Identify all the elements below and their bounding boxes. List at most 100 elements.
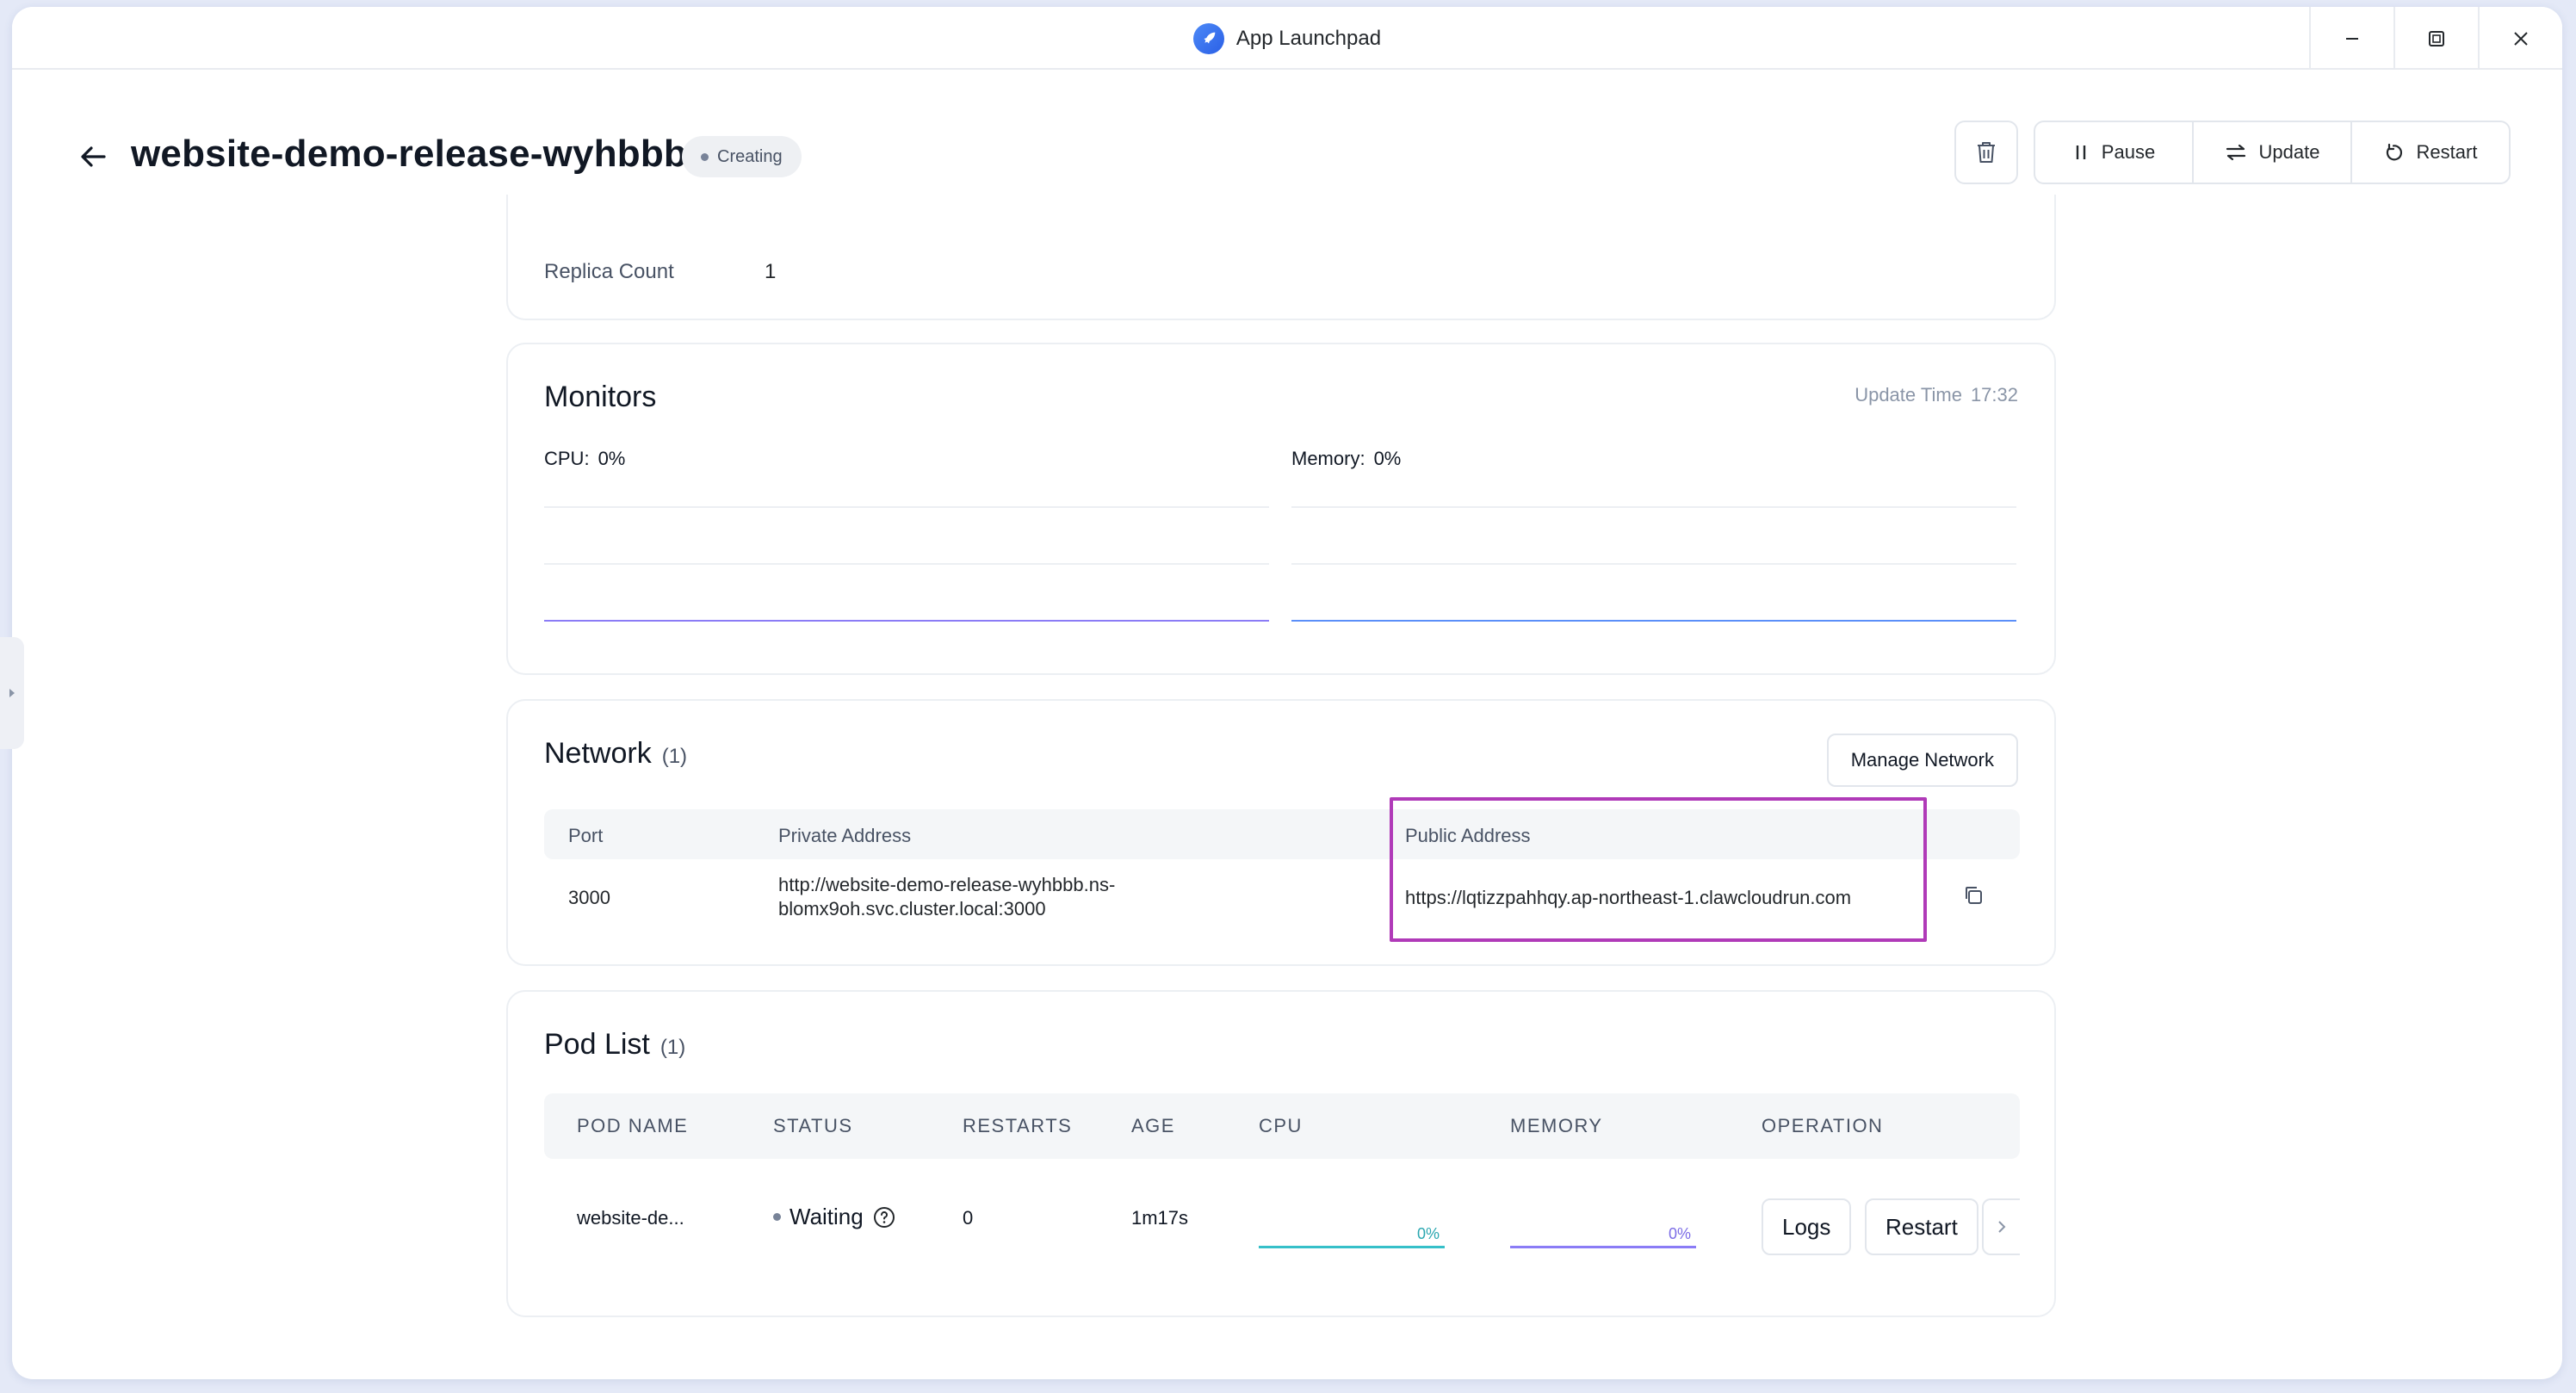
status-badge: Creating: [682, 136, 802, 177]
public-address-link[interactable]: https://lqtizzpahhqy.ap-northeast-1.claw…: [1405, 887, 1851, 909]
delete-button[interactable]: [1954, 121, 2018, 184]
column-public-address: Public Address: [1405, 825, 1531, 846]
port-value: 3000: [568, 887, 610, 908]
pod-list-title-text: Pod List: [544, 1028, 650, 1061]
memory-value: 0%: [1373, 448, 1402, 469]
cpu-label: CPU:: [544, 448, 590, 469]
pod-list-title: Pod List (1): [544, 1028, 685, 1062]
pod-list-card: Pod List (1) POD NAME STATUS RESTARTS AGE…: [506, 990, 2056, 1317]
network-table-header: Port Private Address Public Address: [544, 809, 2020, 859]
pod-cpu-chart: 0%: [1259, 1214, 1445, 1248]
maximize-button[interactable]: [2393, 7, 2478, 70]
column-memory: MEMORY: [1510, 1115, 1603, 1136]
pod-memory-value: 0%: [1668, 1225, 1691, 1242]
pod-memory-line: [1510, 1246, 1696, 1248]
chart-gridline: [1291, 506, 2016, 508]
chart-gridline: [544, 563, 1269, 565]
private-address-line1: http://website-demo-release-wyhbbb.ns-: [778, 874, 1116, 895]
rocket-icon: [1192, 22, 1224, 54]
cpu-metric: CPU: 0%: [544, 448, 625, 470]
copy-button[interactable]: [1956, 878, 1991, 913]
column-age: AGE: [1131, 1115, 1175, 1136]
help-icon[interactable]: [872, 1205, 896, 1229]
pod-cpu-line: [1259, 1246, 1445, 1248]
pod-status: Waiting: [773, 1204, 896, 1230]
table-row: website-de... Waiting 0 1m17s 0% 0% Logs: [544, 1159, 2020, 1279]
pod-table-header: POD NAME STATUS RESTARTS AGE CPU MEMORY …: [544, 1093, 2020, 1159]
cpu-series-line: [544, 620, 1269, 622]
status-label: Creating: [717, 146, 783, 166]
chevron-right-icon: [1998, 1221, 2006, 1233]
status-dot: [701, 152, 709, 161]
app-window: App Launchpad website-demo-release-wyhbb…: [12, 7, 2562, 1379]
memory-label: Memory:: [1291, 448, 1365, 469]
more-button[interactable]: [1982, 1198, 2020, 1255]
back-button[interactable]: [72, 136, 114, 177]
column-status: STATUS: [773, 1115, 853, 1136]
pod-restarts: 0: [963, 1207, 974, 1229]
pause-label: Pause: [2101, 141, 2156, 163]
minimize-button[interactable]: [2309, 7, 2393, 70]
logs-button[interactable]: Logs: [1762, 1198, 1852, 1255]
waiting-dot: [773, 1213, 781, 1221]
close-icon: [2514, 31, 2528, 46]
monitors-card: Monitors Update Time 17:32 CPU: 0% Memor…: [506, 343, 2056, 675]
replica-card: Replica Count 1: [506, 195, 2056, 320]
pod-list-count: (1): [659, 1036, 686, 1059]
manage-network-button[interactable]: Manage Network: [1826, 734, 2018, 787]
column-pod-name: POD NAME: [577, 1115, 689, 1136]
pod-status-label: Waiting: [790, 1204, 864, 1229]
page-title: website-demo-release-wyhbbb: [131, 133, 687, 175]
column-port: Port: [568, 825, 604, 846]
replica-count-value: 1: [765, 260, 777, 283]
memory-series-line: [1291, 620, 2016, 622]
window-title: App Launchpad: [1235, 26, 1382, 50]
column-restarts: RESTARTS: [963, 1115, 1073, 1136]
sidebar-toggle[interactable]: [0, 637, 24, 749]
memory-chart: [1291, 491, 2016, 622]
update-time-value: 17:32: [1970, 384, 2018, 406]
close-button[interactable]: [2478, 7, 2562, 70]
swap-icon: [2226, 144, 2245, 161]
network-count: (1): [661, 745, 688, 768]
private-address-line2: blomx9oh.svc.cluster.local:3000: [778, 898, 1046, 919]
network-table: Port Private Address Public Address 3000…: [544, 809, 2020, 937]
private-address[interactable]: http://website-demo-release-wyhbbb.ns- b…: [778, 873, 1115, 921]
memory-metric: Memory: 0%: [1291, 448, 1401, 470]
pod-cpu-value: 0%: [1416, 1225, 1440, 1242]
network-card: Network (1) Manage Network Port Private A…: [506, 699, 2056, 966]
trash-icon: [1978, 142, 1995, 163]
replica-count-label: Replica Count: [544, 260, 674, 283]
maximize-icon: [2429, 30, 2444, 46]
cpu-value: 0%: [598, 448, 626, 469]
action-buttons: Pause Update Restart: [2034, 121, 2511, 184]
copy-icon: [1966, 887, 1982, 904]
chart-gridline: [1291, 563, 2016, 565]
minimize-icon: [2346, 37, 2358, 40]
update-time-label: Update Time: [1855, 384, 1962, 406]
pod-restart-button[interactable]: Restart: [1865, 1198, 1978, 1255]
monitors-title: Monitors: [544, 381, 657, 413]
pause-button[interactable]: Pause: [2035, 122, 2192, 183]
chart-gridline: [544, 506, 1269, 508]
cpu-chart: [544, 491, 1269, 622]
restart-button[interactable]: Restart: [2350, 122, 2509, 183]
pause-icon: [2076, 145, 2085, 159]
network-title-text: Network: [544, 737, 652, 770]
pod-table: POD NAME STATUS RESTARTS AGE CPU MEMORY …: [544, 1093, 2020, 1279]
pod-age: 1m17s: [1131, 1207, 1189, 1229]
network-title: Network (1): [544, 737, 687, 771]
title-bar: App Launchpad: [12, 7, 2562, 70]
pod-name[interactable]: website-de...: [577, 1207, 684, 1229]
update-label: Update: [2258, 141, 2320, 163]
restart-icon: [2386, 143, 2402, 161]
restart-label: Restart: [2416, 141, 2478, 163]
caret-right-icon: [9, 689, 15, 697]
pod-memory-chart: 0%: [1510, 1214, 1696, 1248]
update-button[interactable]: Update: [2192, 122, 2350, 183]
table-row: 3000 http://website-demo-release-wyhbbb.…: [544, 859, 2020, 937]
column-operation: OPERATION: [1762, 1115, 1884, 1136]
arrow-left-icon: [81, 146, 106, 167]
column-cpu: CPU: [1259, 1115, 1303, 1136]
column-private-address: Private Address: [778, 825, 912, 846]
